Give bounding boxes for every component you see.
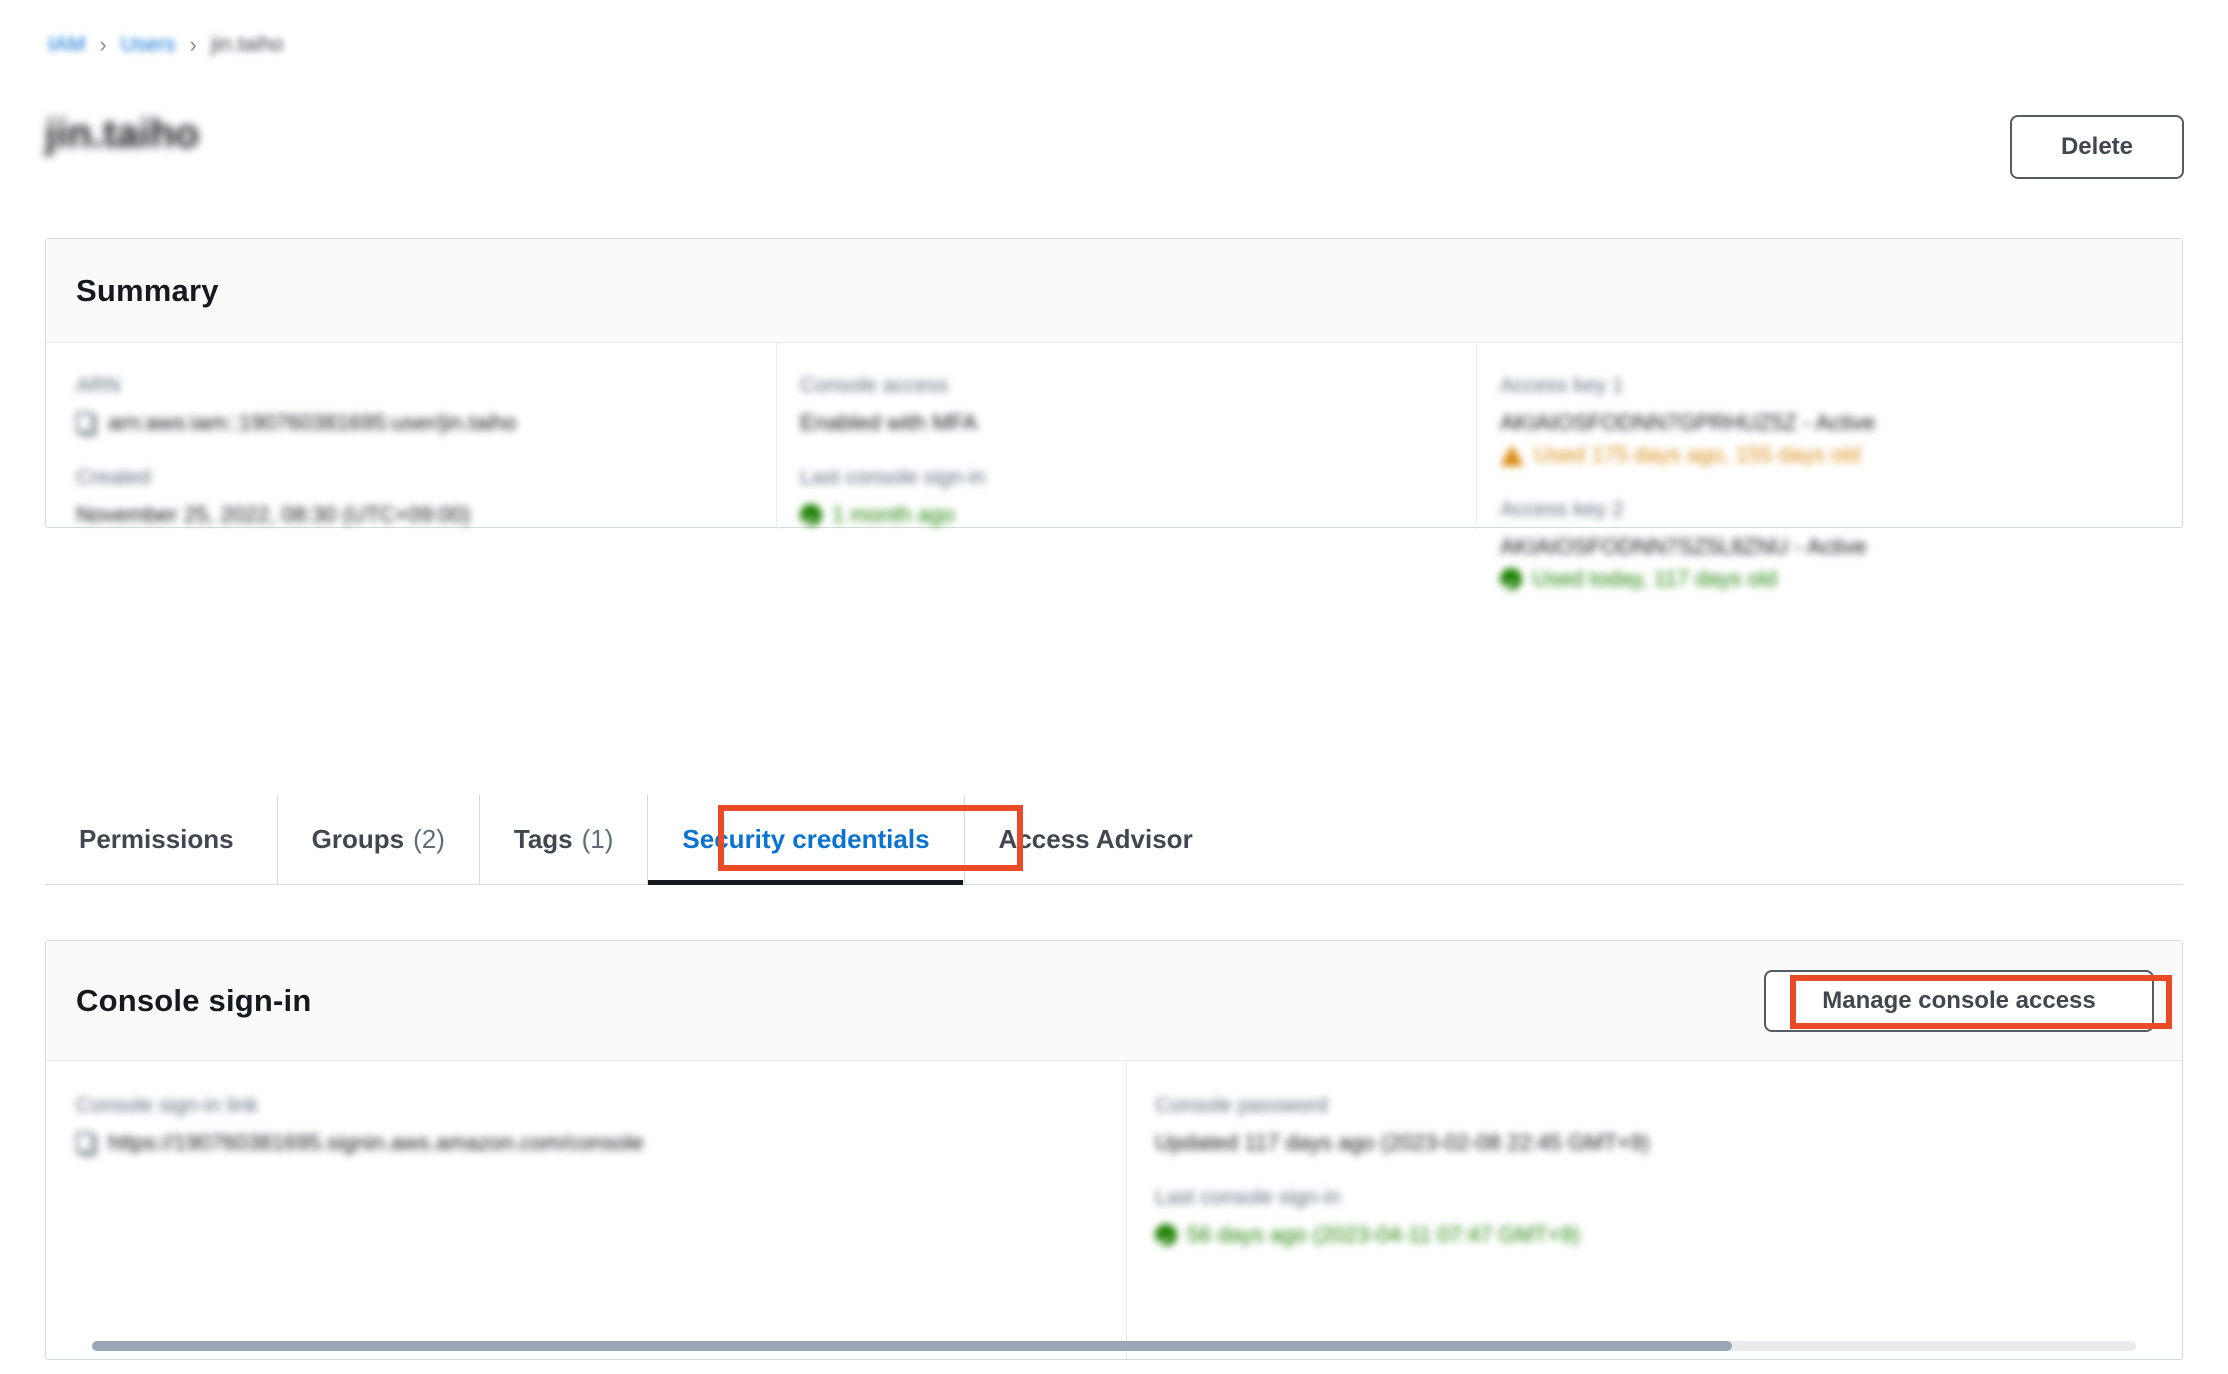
console-signin-link-column: Console sign-in link https://19076038169…: [46, 1061, 1126, 1359]
console-signin-link-label: Console sign-in link: [76, 1094, 259, 1117]
console-last-signin-label: Last console sign-in: [1155, 1186, 1341, 1209]
summary-card-body: ARN arn:aws:iam::190760381695:user/jin.t…: [46, 343, 2182, 591]
access-key-1-usage-row: Used 175 days ago, 155 days old: [1500, 439, 2182, 471]
created-field: Created November 25, 2022, 08:30 (UTC+09…: [76, 463, 776, 531]
horizontal-scrollbar-thumb[interactable]: [92, 1341, 1732, 1351]
last-console-signin-value-row: 1 month ago: [800, 499, 1476, 531]
console-access-value: Enabled with MFA: [800, 410, 978, 435]
last-console-signin-value: 1 month ago: [832, 502, 955, 527]
arn-value-row: arn:aws:iam::190760381695:user/jin.taiho: [76, 407, 776, 439]
tab-tags[interactable]: Tags (1): [480, 795, 649, 884]
page-title: jin.taiho: [45, 112, 200, 156]
check-circle-icon: [1155, 1224, 1177, 1246]
breadcrumb-separator-icon: ›: [189, 32, 197, 57]
summary-card: Summary ARN arn:aws:iam::190760381695:us…: [45, 238, 2183, 591]
access-key-1-label: Access key 1: [1500, 374, 1624, 397]
tab-groups-label: Groups: [311, 824, 405, 854]
access-key-2-usage-row: Used today, 117 days old: [1500, 563, 2182, 595]
console-password-label: Console password: [1155, 1094, 1328, 1117]
summary-column-identity: ARN arn:aws:iam::190760381695:user/jin.t…: [46, 343, 776, 529]
tab-groups[interactable]: Groups (2): [278, 795, 480, 884]
access-key-1-usage: Used 175 days ago, 155 days old: [1534, 442, 1861, 467]
last-console-signin-label: Last console sign-in: [800, 466, 986, 489]
warning-triangle-icon: [1500, 444, 1524, 466]
console-signin-title: Console sign-in: [76, 982, 312, 1018]
tab-tags-label: Tags: [513, 824, 573, 854]
breadcrumb-item-current: jin.taiho: [210, 33, 284, 56]
console-last-signin-value: 56 days ago (2023-04-11 07:47 GMT+9): [1187, 1222, 1580, 1247]
access-key-1-field: Access key 1 AKIAIOSFODNN7GPRHUZ5Z - Act…: [1500, 371, 2182, 471]
horizontal-scrollbar-track[interactable]: [92, 1341, 2136, 1351]
tab-bar: Permissions Groups (2) Tags (1) Security…: [45, 795, 2183, 885]
created-label: Created: [76, 466, 151, 489]
breadcrumb-item-iam[interactable]: IAM: [48, 33, 85, 57]
delete-button[interactable]: Delete: [2010, 115, 2184, 179]
access-key-2-usage: Used today, 117 days old: [1532, 566, 1778, 591]
tab-access-advisor-label: Access Advisor: [998, 824, 1193, 854]
summary-card-header: Summary: [46, 239, 2182, 343]
summary-column-console: Console access Enabled with MFA Last con…: [776, 343, 1476, 529]
console-password-field: Console password Updated 117 days ago (2…: [1155, 1091, 2182, 1159]
tab-permissions-label: Permissions: [79, 824, 234, 854]
access-key-2-field: Access key 2 AKIAIOSFODNN7SZ5L8ZNU - Act…: [1500, 495, 2182, 595]
tab-tags-count: (1): [581, 824, 614, 854]
summary-title: Summary: [76, 272, 219, 308]
console-signin-link-field: Console sign-in link https://19076038169…: [76, 1091, 1126, 1159]
console-signin-card-body: Console sign-in link https://19076038169…: [46, 1061, 2182, 1359]
copy-icon[interactable]: [76, 412, 97, 436]
access-key-2-label: Access key 2: [1500, 498, 1624, 521]
tab-security-credentials-label: Security credentials: [682, 824, 930, 854]
tab-groups-count: (2): [413, 824, 445, 854]
tab-permissions[interactable]: Permissions: [45, 795, 278, 884]
iam-user-detail-page: IAM › Users › jin.taiho jin.taiho Delete…: [0, 0, 2228, 1374]
manage-console-access-button[interactable]: Manage console access: [1764, 969, 2154, 1032]
console-signin-link-value: https://190760381695.signin.aws.amazon.c…: [108, 1130, 644, 1155]
arn-field: ARN arn:aws:iam::190760381695:user/jin.t…: [76, 371, 776, 439]
console-signin-card-header: Console sign-in Manage console access: [46, 941, 2182, 1061]
breadcrumb-item-users[interactable]: Users: [121, 33, 176, 57]
tab-access-advisor[interactable]: Access Advisor: [965, 795, 1227, 884]
check-circle-icon: [1500, 568, 1522, 590]
copy-icon[interactable]: [76, 1132, 97, 1156]
console-password-column: Console password Updated 117 days ago (2…: [1126, 1061, 2182, 1359]
access-key-2-value: AKIAIOSFODNN7SZ5L8ZNU - Active: [1500, 534, 1867, 559]
last-console-signin-field: Last console sign-in 1 month ago: [800, 463, 1476, 531]
console-last-signin-field: Last console sign-in 56 days ago (2023-0…: [1155, 1183, 2182, 1251]
console-last-signin-value-row: 56 days ago (2023-04-11 07:47 GMT+9): [1155, 1219, 2182, 1251]
check-circle-icon: [800, 504, 822, 526]
arn-label: ARN: [76, 374, 121, 397]
created-value: November 25, 2022, 08:30 (UTC+09:00): [76, 502, 471, 527]
console-access-label: Console access: [800, 374, 949, 397]
console-access-field: Console access Enabled with MFA: [800, 371, 1476, 439]
console-password-value: Updated 117 days ago (2023-02-08 22:45 G…: [1155, 1130, 1650, 1155]
breadcrumb-separator-icon: ›: [99, 32, 107, 57]
breadcrumb: IAM › Users › jin.taiho: [48, 32, 283, 58]
console-signin-card: Console sign-in Manage console access Co…: [45, 940, 2183, 1360]
access-key-1-value: AKIAIOSFODNN7GPRHUZ5Z - Active: [1500, 410, 1876, 435]
console-signin-link-value-row: https://190760381695.signin.aws.amazon.c…: [76, 1127, 1126, 1159]
arn-value: arn:aws:iam::190760381695:user/jin.taiho: [108, 410, 517, 435]
tab-security-credentials[interactable]: Security credentials: [648, 795, 965, 885]
summary-column-access-keys: Access key 1 AKIAIOSFODNN7GPRHUZ5Z - Act…: [1476, 343, 2182, 591]
